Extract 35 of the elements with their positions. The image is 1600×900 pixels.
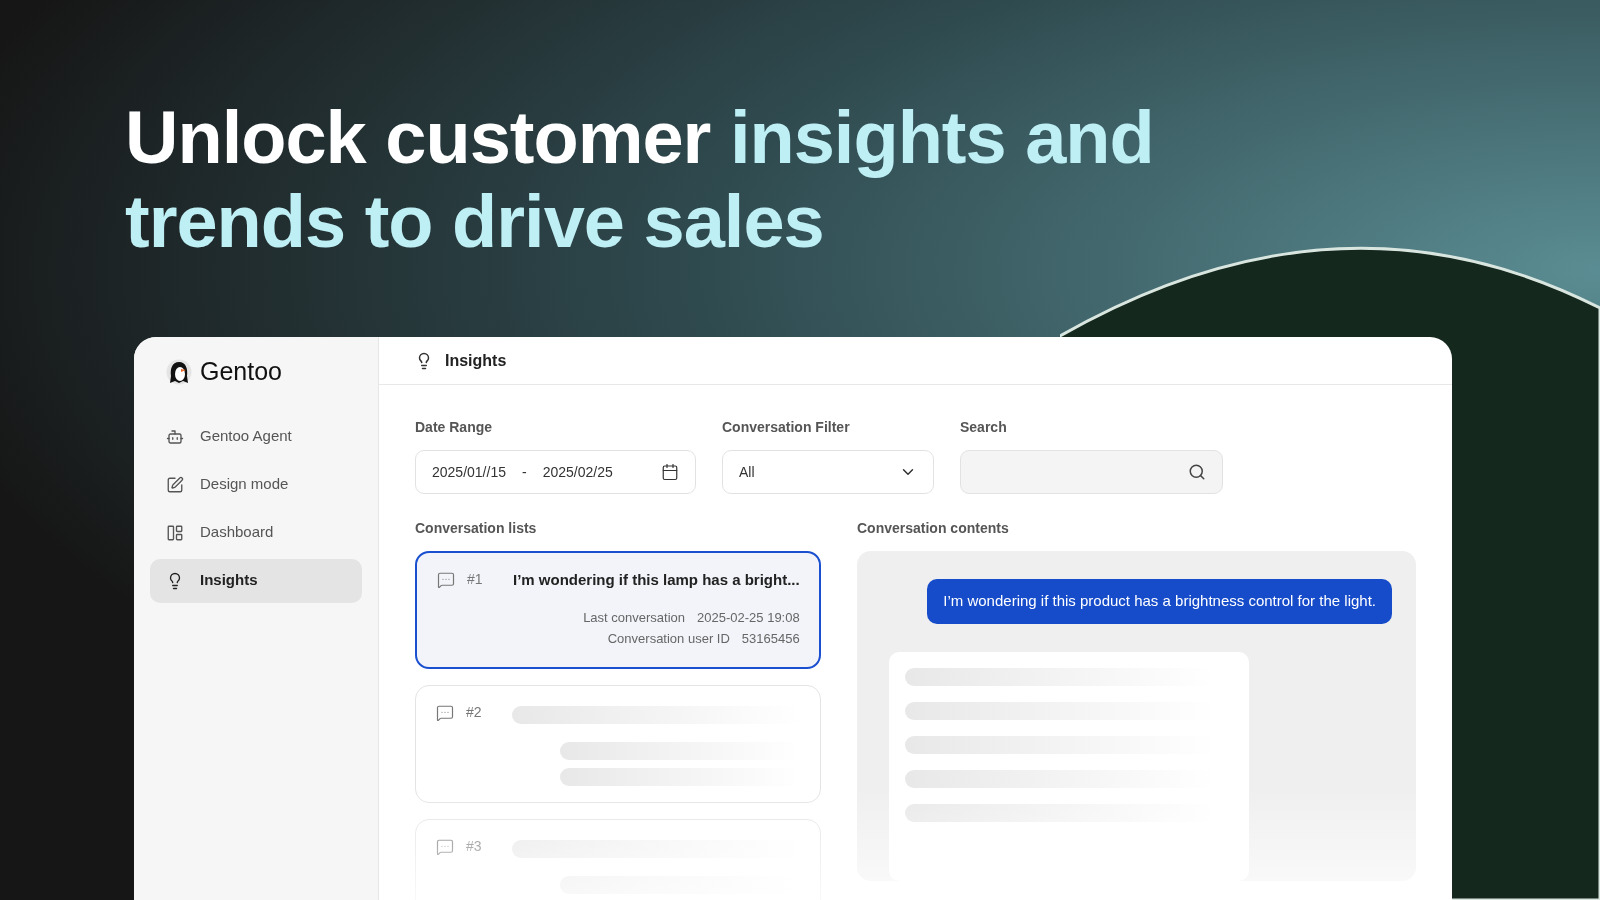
section-title: Conversation contents (857, 519, 1010, 538)
nav-item[interactable]: Dashboard (150, 510, 362, 555)
conversation-number: #1 (467, 570, 484, 589)
edit-icon (166, 475, 184, 494)
brand-name: Gentoo (200, 356, 282, 387)
chat-icon (437, 571, 455, 589)
search-field[interactable] (960, 450, 1223, 494)
date-range-field[interactable]: 2025/01//15 - 2025/02/25 (415, 450, 696, 494)
detail-value: 2025-02-25 19:08 (697, 608, 800, 627)
field-label: Conversation Filter (722, 418, 851, 437)
nav-item[interactable]: Insights (150, 558, 362, 603)
filter-dropdown[interactable]: All (722, 450, 934, 494)
search-icon (1188, 463, 1206, 481)
detail-value: 53165456 (741, 630, 800, 648)
robot-icon (166, 427, 184, 446)
penguin-logo-icon (166, 358, 192, 385)
conversation-card[interactable]: #2 (415, 685, 821, 803)
nav-item[interactable]: Design mode (150, 462, 362, 507)
conversation-preview: I’m wondering if this lamp has a bright... (513, 570, 800, 590)
field-label: Search (960, 418, 1008, 437)
section-title: Conversation lists (415, 519, 538, 538)
nav-item[interactable]: Gentoo Agent (150, 414, 362, 459)
user-message: I’m wondering if this product has a brightness control for the light. (927, 579, 1392, 624)
field-label: Date Range (415, 418, 494, 437)
calendar-icon (661, 463, 679, 481)
conversation-number: #3 (466, 837, 483, 856)
detail-label: Conversation user ID (607, 630, 730, 648)
headline: Unlock customer insights and trends to drive sales (125, 96, 1155, 264)
layout-icon (166, 523, 184, 542)
chat-icon (436, 838, 454, 856)
conversation-card[interactable]: #1 I’m wondering if this lamp has a bright... Last conversation 2025-02-25 19:08 Conversation user ID 53165456 (415, 551, 821, 669)
chat-icon (436, 704, 454, 722)
conversation-number: #2 (466, 703, 483, 722)
page-title: Insights (445, 350, 507, 371)
detail-label: Last conversation (583, 608, 686, 627)
